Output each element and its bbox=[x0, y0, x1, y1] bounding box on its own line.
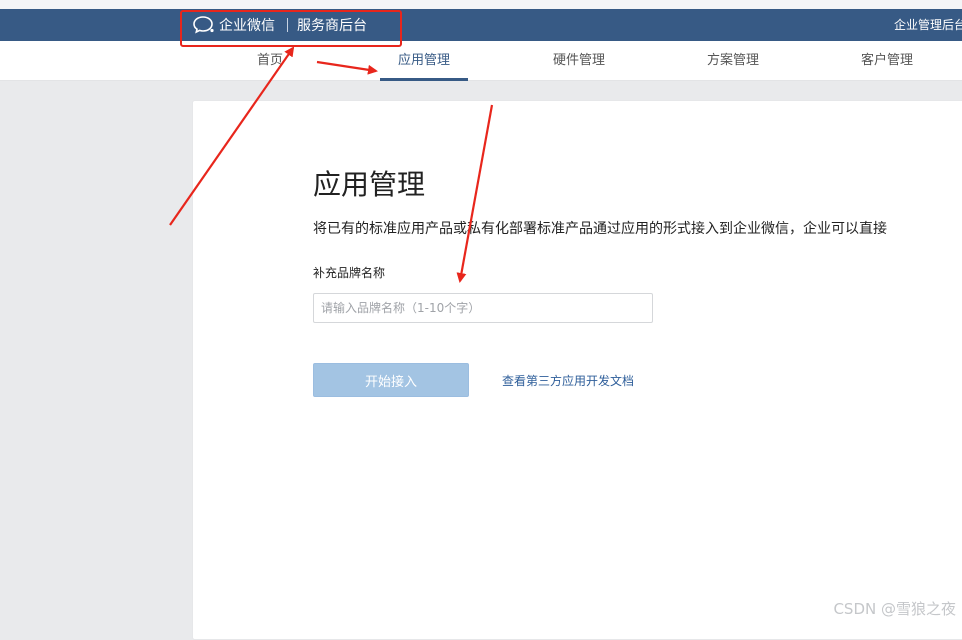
page-description: 将已有的标准应用产品或私有化部署标准产品通过应用的形式接入到企业微信，企业可以直… bbox=[313, 218, 962, 238]
annotation-highlight-box bbox=[180, 10, 402, 47]
nav-app-management[interactable]: 应用管理 bbox=[380, 41, 468, 81]
brand-name-label: 补充品牌名称 bbox=[313, 264, 385, 281]
enterprise-admin-link[interactable]: 企业管理后台 bbox=[894, 9, 962, 41]
nav-customer-management[interactable]: 客户管理 bbox=[843, 41, 931, 81]
top-header: 企业微信 服务商后台 企业管理后台 bbox=[0, 9, 962, 41]
nav-hardware-management[interactable]: 硬件管理 bbox=[535, 41, 623, 81]
page-title: 应用管理 bbox=[313, 163, 425, 203]
main-nav: 首页 应用管理 硬件管理 方案管理 客户管理 bbox=[0, 41, 962, 81]
nav-home[interactable]: 首页 bbox=[246, 41, 294, 81]
nav-solution-management[interactable]: 方案管理 bbox=[689, 41, 777, 81]
watermark: CSDN @雪狼之夜 bbox=[833, 598, 956, 619]
top-strip bbox=[0, 0, 962, 9]
third-party-docs-link[interactable]: 查看第三方应用开发文档 bbox=[502, 372, 634, 389]
start-integration-button[interactable]: 开始接入 bbox=[313, 363, 469, 397]
content-card bbox=[192, 100, 962, 640]
brand-name-input[interactable] bbox=[313, 293, 653, 323]
